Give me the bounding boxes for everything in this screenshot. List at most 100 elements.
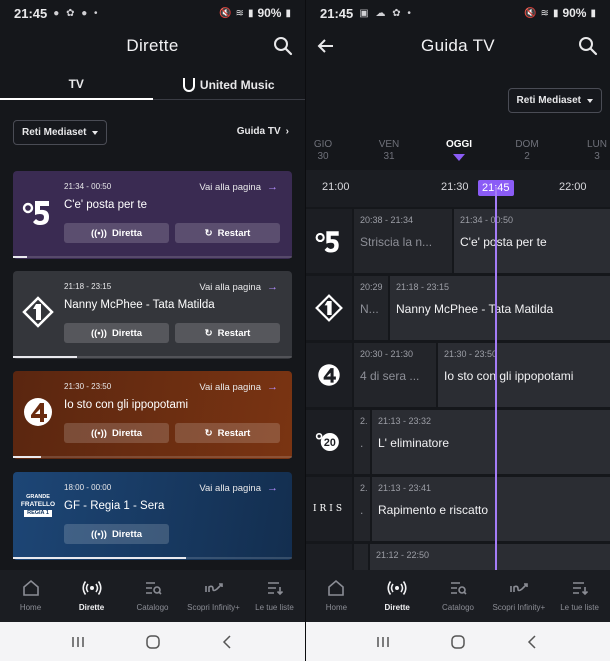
system-nav-bar bbox=[0, 622, 305, 661]
program-cell[interactable]: 21:18 - 23:15 Nanny McPhee - Tata Matilda bbox=[390, 276, 610, 340]
restart-button[interactable]: ↻ Restart bbox=[175, 323, 280, 343]
channel-logo[interactable]: IRIS bbox=[306, 477, 352, 541]
program-title: 4 di sera ... bbox=[360, 369, 420, 383]
goto-label: Vai alla pagina bbox=[199, 381, 261, 393]
program-title: . bbox=[360, 503, 364, 517]
nav-scopri-infinity[interactable]: Scopri Infinity+ bbox=[183, 570, 244, 622]
program-cell[interactable]: 21:34 - 00:50 C'e' posta per te bbox=[454, 209, 610, 273]
tab-tv[interactable]: TV bbox=[0, 70, 153, 100]
program-title: N... bbox=[360, 302, 379, 316]
progress-bar bbox=[13, 256, 292, 258]
diretta-button[interactable]: ((•)) Diretta bbox=[64, 323, 169, 343]
program-time: 2. bbox=[360, 483, 368, 493]
nav-catalogo[interactable]: Catalogo bbox=[428, 570, 489, 622]
day-gio[interactable]: GIO 30 bbox=[308, 139, 338, 163]
network-dropdown-label: Reti Mediaset bbox=[22, 127, 87, 138]
search-icon[interactable] bbox=[271, 34, 295, 58]
recents-icon[interactable] bbox=[70, 634, 86, 650]
program-time: 2. bbox=[360, 416, 368, 426]
channel-card-italia1[interactable]: 21:18 - 23:15 Vai alla pagina → Nanny McP… bbox=[13, 271, 292, 359]
diretta-label: Diretta bbox=[111, 327, 143, 339]
canale5-logo-icon bbox=[315, 231, 339, 253]
grande-fratello-logo-icon: GRANDE FRATELLO REGIA 1 bbox=[18, 494, 58, 528]
day-ven[interactable]: VEN 31 bbox=[374, 139, 404, 163]
channel-card-rete4[interactable]: 21:30 - 23:50 Vai alla pagina → Io sto co… bbox=[13, 371, 292, 459]
20-logo-icon: 20 bbox=[315, 432, 339, 452]
day-oggi[interactable]: OGGI bbox=[442, 139, 476, 161]
vai-alla-pagina-link[interactable]: Vai alla pagina → bbox=[199, 181, 278, 193]
nav-catalogo[interactable]: Catalogo bbox=[122, 570, 183, 622]
list-icon bbox=[572, 582, 588, 596]
network-dropdown[interactable]: Reti Mediaset bbox=[507, 88, 602, 113]
channel-logo[interactable] bbox=[306, 343, 352, 407]
day-dom[interactable]: DOM 2 bbox=[512, 139, 542, 163]
channel-card-grande-fratello[interactable]: GRANDE FRATELLO REGIA 1 18:00 - 00:00 Va… bbox=[13, 472, 292, 560]
status-time: 21:45 bbox=[320, 5, 354, 21]
nav-scopri-infinity[interactable]: Scopri Infinity+ bbox=[488, 570, 549, 622]
nav-dirette[interactable]: Dirette bbox=[367, 570, 428, 622]
channel-logo[interactable] bbox=[306, 209, 352, 273]
program-time: 21:30 - 23:50 bbox=[64, 382, 112, 391]
broadcast-icon bbox=[387, 581, 407, 595]
status-time: 21:45 bbox=[14, 5, 48, 21]
program-cell[interactable]: 20:38 - 21:34 Striscia la n... bbox=[354, 209, 452, 273]
nav-dirette[interactable]: Dirette bbox=[61, 570, 122, 622]
restart-button[interactable]: ↻ Restart bbox=[175, 423, 280, 443]
nav-le-tue-liste-label: Le tue liste bbox=[560, 603, 599, 612]
nav-catalogo-label: Catalogo bbox=[441, 603, 474, 612]
vai-alla-pagina-link[interactable]: Vai alla pagina → bbox=[199, 381, 278, 393]
program-cell[interactable]: 20:29 N... bbox=[354, 276, 388, 340]
diretta-button[interactable]: ((•)) Diretta bbox=[64, 524, 169, 544]
day-name: OGGI bbox=[445, 139, 473, 150]
program-time: 21:13 - 23:41 bbox=[378, 483, 432, 493]
nav-home-label: Home bbox=[19, 603, 42, 612]
program-cell[interactable]: 2.. bbox=[354, 477, 370, 541]
rete4-logo-icon bbox=[24, 398, 52, 426]
selected-day-indicator bbox=[453, 154, 465, 161]
search-icon[interactable] bbox=[576, 34, 600, 58]
home-button-icon[interactable] bbox=[450, 634, 466, 650]
channel-card-canale5[interactable]: 21:34 - 00:50 Vai alla pagina → C'e' post… bbox=[13, 171, 292, 259]
program-title: Rapimento e riscatto bbox=[378, 503, 489, 517]
catalog-icon bbox=[145, 582, 162, 595]
program-cell[interactable]: 2.. bbox=[354, 410, 370, 474]
program-time: 21:18 - 23:15 bbox=[64, 282, 112, 291]
vai-alla-pagina-link[interactable]: Vai alla pagina → bbox=[199, 482, 278, 494]
guida-tv-link[interactable]: Guida TV › bbox=[237, 126, 289, 137]
nav-home[interactable]: Home bbox=[306, 570, 367, 622]
nav-dirette-label: Dirette bbox=[78, 603, 105, 612]
program-cell[interactable]: 21:30 - 23:50 Io sto con gli ippopotami bbox=[438, 343, 610, 407]
back-icon[interactable] bbox=[220, 634, 236, 650]
program-time: 21:30 - 23:50 bbox=[444, 349, 498, 359]
home-button-icon[interactable] bbox=[145, 634, 161, 650]
guide-row-rete4: 20:30 - 21:30 4 di sera ... 21:30 - 23:50… bbox=[306, 343, 610, 407]
day-name: GIO bbox=[313, 139, 333, 150]
status-bar: 21:45 ● ✿ ● • 🔇 ≋ ▮ 90% ▮ bbox=[0, 0, 305, 26]
tab-united-music-label: United Music bbox=[199, 77, 275, 92]
nav-home[interactable]: Home bbox=[0, 570, 61, 622]
time-label-2100: 21:00 bbox=[322, 181, 350, 193]
time-label-2200: 22:00 bbox=[559, 181, 587, 193]
vai-alla-pagina-link[interactable]: Vai alla pagina → bbox=[199, 281, 278, 293]
nav-le-tue-liste[interactable]: Le tue liste bbox=[549, 570, 610, 622]
diretta-button[interactable]: ((•)) Diretta bbox=[64, 423, 169, 443]
recents-icon[interactable] bbox=[375, 634, 391, 650]
nav-le-tue-liste[interactable]: Le tue liste bbox=[244, 570, 305, 622]
channel-logo[interactable] bbox=[306, 276, 352, 340]
back-icon[interactable] bbox=[525, 634, 541, 650]
diretta-button[interactable]: ((•)) Diretta bbox=[64, 223, 169, 243]
restart-button[interactable]: ↻ Restart bbox=[175, 223, 280, 243]
program-cell[interactable]: 21:13 - 23:32 L' eliminatore bbox=[372, 410, 610, 474]
guide-row-canale5: 20:38 - 21:34 Striscia la n... 21:34 - 00… bbox=[306, 209, 610, 273]
goto-label: Vai alla pagina bbox=[199, 181, 261, 193]
network-dropdown-label: Reti Mediaset bbox=[516, 95, 581, 106]
program-time: 21:34 - 00:50 bbox=[460, 215, 514, 225]
back-arrow-icon[interactable] bbox=[314, 34, 338, 58]
channel-logo[interactable]: 20 bbox=[306, 410, 352, 474]
day-lun[interactable]: LUN 3 bbox=[582, 139, 610, 163]
program-cell[interactable]: 21:13 - 23:41 Rapimento e riscatto bbox=[372, 477, 610, 541]
tab-united-music[interactable]: United Music bbox=[152, 70, 305, 100]
network-dropdown[interactable]: Reti Mediaset bbox=[13, 120, 108, 145]
program-cell[interactable]: 20:30 - 21:30 4 di sera ... bbox=[354, 343, 436, 407]
program-title: Striscia la n... bbox=[360, 235, 433, 249]
